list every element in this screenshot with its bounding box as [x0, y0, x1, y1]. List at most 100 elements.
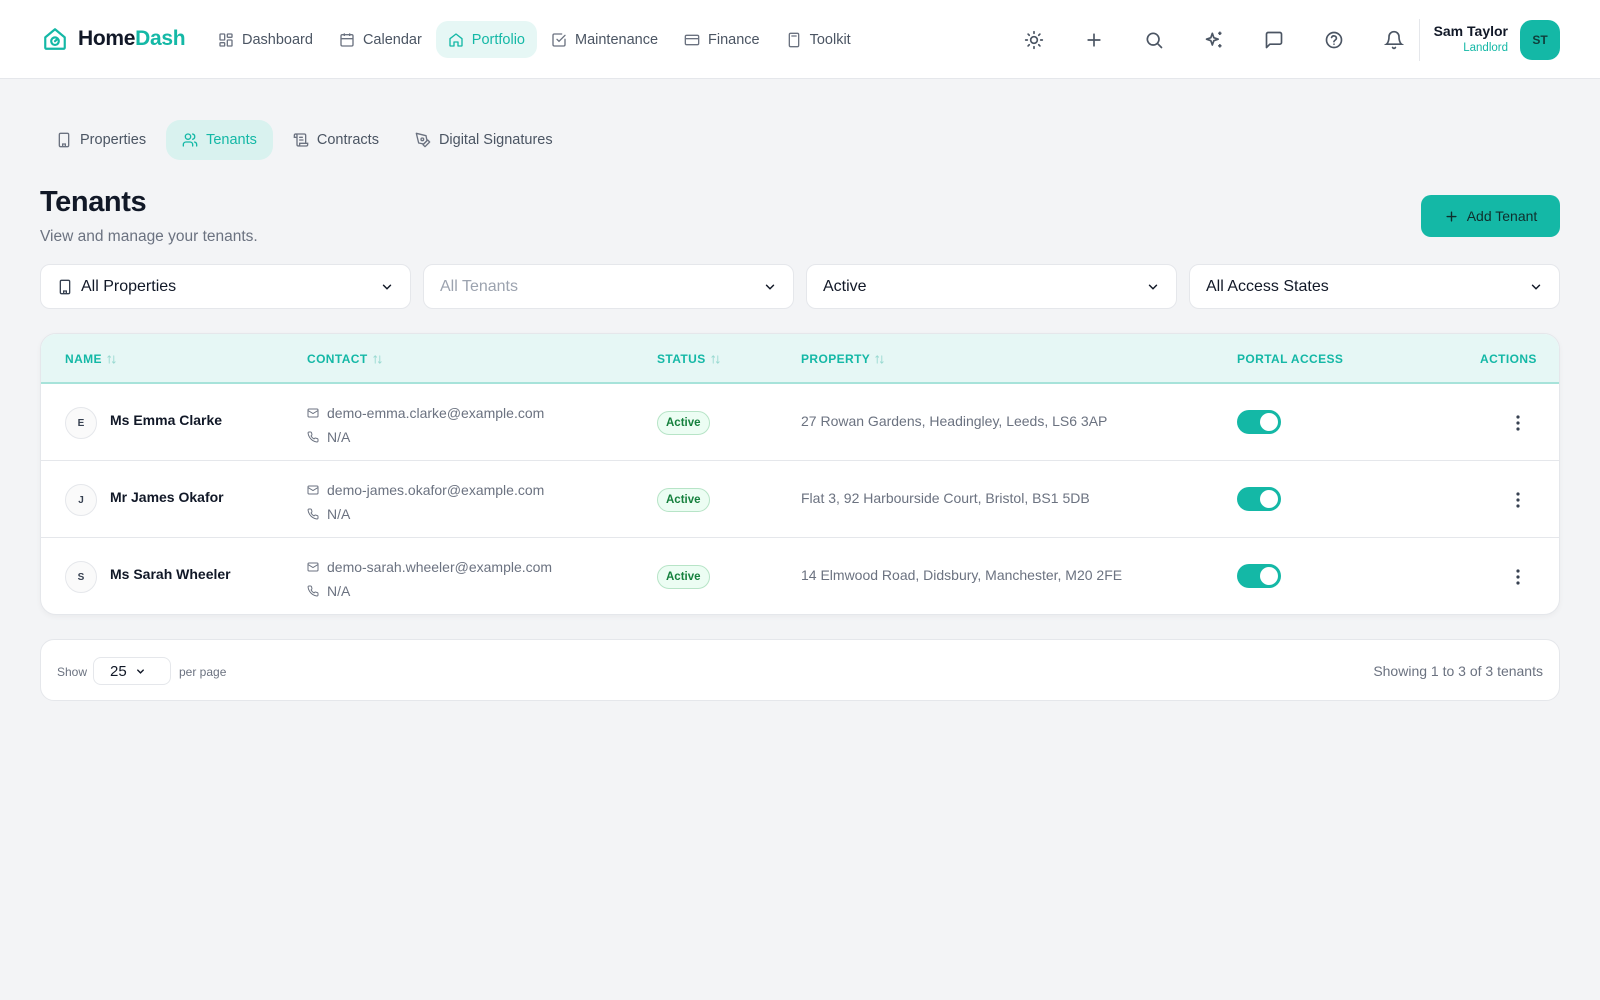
status-filter-value: Active [823, 277, 867, 295]
tab-contracts[interactable]: Contracts [277, 120, 395, 160]
tenant-filter-select[interactable]: All Tenants [423, 264, 794, 309]
access-filter-select[interactable]: All Access States [1189, 264, 1560, 309]
toggle-knob [1260, 413, 1278, 431]
tenant-email[interactable]: demo-sarah.wheeler@example.com [327, 559, 552, 575]
chevron-down-icon [135, 666, 160, 677]
nav-toolkit[interactable]: Toolkit [774, 21, 863, 58]
dashboard-icon [218, 32, 234, 48]
app-logo-text: HomeDash [78, 27, 186, 51]
nav-label: Finance [708, 31, 760, 48]
nav-finance[interactable]: Finance [672, 21, 772, 58]
tenant-phone: N/A [327, 506, 351, 522]
plus-icon[interactable] [1064, 24, 1124, 56]
access-filter-value: All Access States [1206, 277, 1329, 295]
tenant-name[interactable]: Ms Emma Clarke [110, 412, 222, 428]
column-label: NAME [65, 352, 102, 366]
row-actions-button[interactable] [1508, 412, 1528, 434]
tab-tenants[interactable]: Tenants [166, 120, 273, 160]
help-icon[interactable] [1304, 24, 1364, 56]
user-info[interactable]: Sam Taylor Landlord [1434, 22, 1508, 56]
sort-icon [372, 354, 383, 365]
chevron-down-icon [1529, 280, 1543, 294]
portal-access-toggle[interactable] [1237, 564, 1281, 588]
toggle-knob [1260, 490, 1278, 508]
building-icon [57, 279, 81, 295]
status-filter-select[interactable]: Active [806, 264, 1177, 309]
building-icon [56, 132, 72, 148]
message-icon[interactable] [1244, 24, 1304, 56]
credit-card-icon [684, 32, 700, 48]
row-actions-button[interactable] [1508, 566, 1528, 588]
column-header-status[interactable]: STATUS [657, 352, 721, 366]
divider [1419, 19, 1420, 61]
tab-properties[interactable]: Properties [40, 120, 162, 160]
tab-label: Tenants [206, 132, 257, 148]
property-filter-select[interactable]: All Properties [40, 264, 411, 309]
column-header-actions: ACTIONS [1480, 352, 1537, 366]
scroll-icon [293, 132, 309, 148]
row-actions-button[interactable] [1508, 489, 1528, 511]
logo-dash-text: Dash [135, 27, 186, 50]
tenant-name[interactable]: Ms Sarah Wheeler [110, 566, 231, 582]
search-icon[interactable] [1124, 24, 1184, 56]
table-header: NAME CONTACT STATUS PROPERTY PORTAL ACCE… [41, 334, 1559, 384]
pagination-bar: Show 25 per page Showing 1 to 3 of 3 ten… [40, 639, 1560, 701]
column-header-property[interactable]: PROPERTY [801, 352, 885, 366]
portal-access-toggle[interactable] [1237, 487, 1281, 511]
status-badge: Active [657, 411, 710, 435]
phone-icon [307, 585, 319, 597]
property-filter-value: All Properties [81, 277, 177, 295]
checkbox-icon [551, 32, 567, 48]
nav-label: Toolkit [809, 31, 851, 48]
app-logo[interactable]: HomeDash [42, 26, 186, 52]
column-label: STATUS [657, 352, 706, 366]
phone-icon [307, 508, 319, 520]
sparkles-icon[interactable] [1184, 24, 1244, 56]
sort-icon [106, 354, 117, 365]
table-row[interactable]: J Mr James Okafor demo-james.okafor@exam… [41, 461, 1559, 538]
per-page-select[interactable]: 25 [93, 657, 171, 685]
column-header-name[interactable]: NAME [65, 352, 117, 366]
pen-tool-icon [415, 132, 431, 148]
tenant-phone: N/A [327, 583, 351, 599]
tenant-email[interactable]: demo-emma.clarke@example.com [327, 405, 544, 421]
tenant-initial: E [65, 407, 97, 439]
bell-icon[interactable] [1364, 24, 1424, 56]
chevron-down-icon [380, 280, 394, 294]
column-label: ACTIONS [1480, 352, 1537, 366]
table-row[interactable]: S Ms Sarah Wheeler demo-sarah.wheeler@ex… [41, 538, 1559, 614]
nav-calendar[interactable]: Calendar [327, 21, 434, 58]
column-header-contact[interactable]: CONTACT [307, 352, 383, 366]
sort-icon [710, 354, 721, 365]
tenant-email[interactable]: demo-james.okafor@example.com [327, 482, 544, 498]
tab-label: Properties [80, 132, 147, 148]
per-page-label: per page [179, 665, 227, 679]
chevron-down-icon [763, 280, 777, 294]
user-role: Landlord [1463, 42, 1508, 54]
status-badge: Active [657, 565, 710, 589]
mail-icon [307, 407, 319, 419]
table-row[interactable]: E Ms Emma Clarke demo-emma.clarke@exampl… [41, 384, 1559, 461]
mail-icon [307, 561, 319, 573]
nav-label: Portfolio [471, 31, 525, 48]
tenant-property: 27 Rowan Gardens, Headingley, Leeds, LS6… [801, 413, 1108, 429]
logo-home-text: Home [78, 27, 136, 50]
avatar[interactable]: ST [1520, 20, 1560, 60]
tenant-name[interactable]: Mr James Okafor [110, 489, 224, 505]
chevron-down-icon [1146, 280, 1160, 294]
nav-maintenance[interactable]: Maintenance [539, 21, 670, 58]
portal-access-toggle[interactable] [1237, 410, 1281, 434]
more-vertical-icon [1516, 492, 1520, 508]
tenant-property: Flat 3, 92 Harbourside Court, Bristol, B… [801, 490, 1090, 506]
nav-label: Dashboard [242, 31, 313, 48]
home-logo-icon [42, 26, 68, 52]
tab-digital-signatures[interactable]: Digital Signatures [399, 120, 569, 160]
add-tenant-button[interactable]: Add Tenant [1421, 195, 1560, 237]
tenant-initial: S [65, 561, 97, 593]
page-subtitle: View and manage your tenants. [40, 228, 258, 245]
sort-icon [874, 354, 885, 365]
sun-icon[interactable] [1004, 24, 1064, 56]
page-title: Tenants [40, 186, 147, 218]
nav-portfolio[interactable]: Portfolio [435, 21, 537, 58]
nav-dashboard[interactable]: Dashboard [206, 21, 325, 58]
